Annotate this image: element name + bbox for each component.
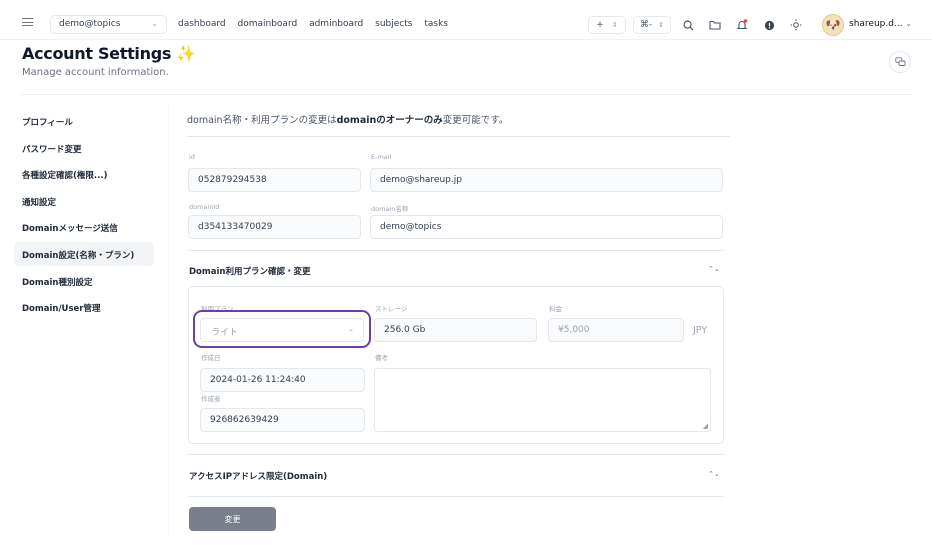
plan-section-title[interactable]: Domain利用プラン確認・変更 <box>189 265 310 277</box>
shortcut-label: ⌘- <box>639 20 653 30</box>
ip-section-title[interactable]: アクセスIPアドレス限定(Domain) <box>189 470 327 482</box>
owner-notice: domain名称・利用プランの変更はdomainのオーナーのみ変更可能です。 <box>187 112 508 126</box>
avatar[interactable]: 🐶 <box>822 14 844 36</box>
nav-tasks[interactable]: tasks <box>424 19 448 29</box>
folder-icon[interactable] <box>706 16 724 34</box>
add-label: + <box>596 20 604 30</box>
sparkle-icon: ✨ <box>176 44 196 63</box>
menu-icon[interactable] <box>22 18 33 26</box>
add-dropdown-button[interactable]: + ⇕ <box>588 16 626 34</box>
id-label: id <box>189 153 195 161</box>
note-label: 備考 <box>375 354 388 362</box>
price-field: ¥5,000 <box>548 318 684 342</box>
chevron-down-icon: ⌄ <box>905 19 913 28</box>
notice-text-2: 変更可能です。 <box>442 115 509 126</box>
main-nav: dashboard domainboard adminboard subject… <box>178 19 457 29</box>
shortcut-dropdown-button[interactable]: ⌘- ⇕ <box>633 16 671 34</box>
nav-dashboard[interactable]: dashboard <box>178 19 226 29</box>
domainid-label: domainId <box>189 203 220 211</box>
user-name: shareup.d... <box>849 19 903 29</box>
sidebar-item-domain-type[interactable]: Domain種別設定 <box>22 276 92 288</box>
currency-label: JPY <box>693 325 708 336</box>
domainname-label: domain名称 <box>371 205 409 213</box>
page-title-text: Account Settings <box>22 44 172 63</box>
price-label: 料金 <box>549 305 562 313</box>
sidebar-item-permissions[interactable]: 各種設定確認(権限...) <box>22 169 107 181</box>
resize-handle-icon[interactable]: ◢ <box>703 422 708 430</box>
sidebar-divider <box>168 106 169 536</box>
collapse-toggle-icon[interactable]: ⌃⌄ <box>708 265 720 273</box>
note-textarea[interactable]: ◢ <box>374 368 711 432</box>
chat-button[interactable] <box>889 51 911 73</box>
sidebar-item-domain-settings[interactable]: Domain設定(名称・プラン) <box>22 249 134 261</box>
section-divider <box>188 250 724 251</box>
nav-adminboard[interactable]: adminboard <box>309 19 363 29</box>
sidebar-item-password[interactable]: パスワード変更 <box>22 143 82 155</box>
notice-bold: domainのオーナーのみ <box>336 115 443 126</box>
up-down-icon: ⇕ <box>611 21 618 29</box>
email-field: demo@shareup.jp <box>370 168 723 192</box>
bell-icon[interactable] <box>733 16 751 34</box>
storage-label: ストレージ <box>375 305 408 313</box>
sidebar-item-profile[interactable]: プロフィール <box>22 116 73 128</box>
created-label: 作成日 <box>201 354 221 362</box>
domainname-input[interactable]: demo@topics <box>370 215 723 239</box>
nav-domainboard[interactable]: domainboard <box>238 19 298 29</box>
alert-icon[interactable] <box>760 16 778 34</box>
plan-select-highlight <box>193 310 371 348</box>
chevron-down-icon: ⌄ <box>151 19 158 28</box>
submit-button[interactable]: 変更 <box>189 507 276 531</box>
section-divider <box>188 454 724 455</box>
id-field: 052879294538 <box>188 168 361 192</box>
workspace-select[interactable]: demo@topics ⌄ <box>50 15 167 34</box>
notice-text-1: domain名称・利用プランの変更は <box>187 115 337 126</box>
collapse-toggle-icon[interactable]: ⌃⌄ <box>708 470 720 478</box>
page-title: Account Settings ✨ <box>22 44 196 63</box>
creator-field: 926862639429 <box>200 408 365 432</box>
nav-subjects[interactable]: subjects <box>375 19 412 29</box>
up-down-icon: ⇕ <box>658 21 665 29</box>
page-subtitle: Manage account information. <box>22 67 169 78</box>
section-divider <box>188 496 724 497</box>
chat-icon <box>894 57 905 66</box>
sidebar-item-domain-users[interactable]: Domain/User管理 <box>22 302 100 314</box>
search-icon[interactable] <box>679 16 697 34</box>
email-label: E-mail <box>371 153 392 161</box>
header-divider <box>22 94 912 95</box>
notice-divider <box>187 136 730 137</box>
sun-icon[interactable] <box>787 16 805 34</box>
workspace-select-value: demo@topics <box>59 19 121 29</box>
created-field: 2024-01-26 11:24:40 <box>200 368 365 392</box>
domainid-field: d354133470029 <box>188 215 361 239</box>
storage-field: 256.0 Gb <box>374 318 537 342</box>
sidebar-item-notifications[interactable]: 通知設定 <box>22 196 56 208</box>
dog-avatar-icon: 🐶 <box>825 18 841 32</box>
creator-label: 作成者 <box>201 395 221 403</box>
sidebar-item-domain-message[interactable]: Domainメッセージ送信 <box>22 222 118 234</box>
user-menu[interactable]: shareup.d... ⌄ <box>849 19 912 29</box>
